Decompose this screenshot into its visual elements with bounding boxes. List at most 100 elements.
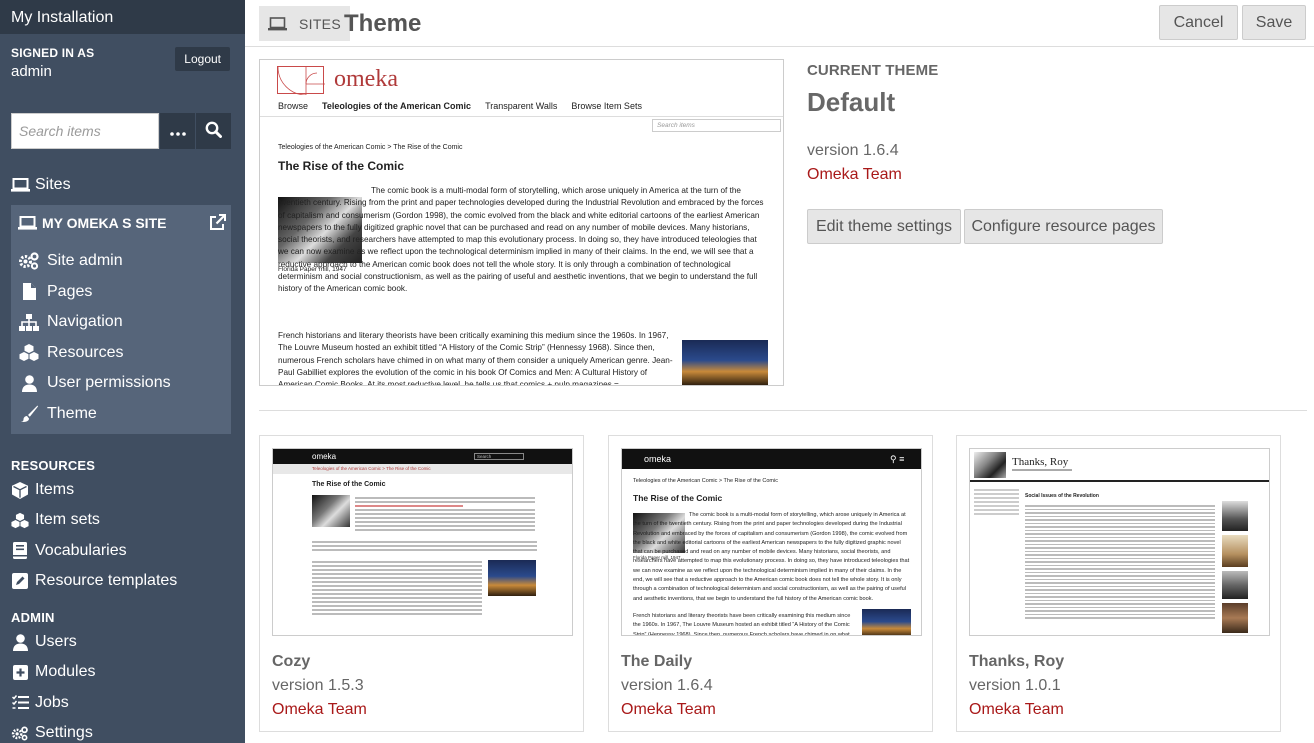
sidebar-item-item-sets[interactable]: Item sets bbox=[11, 505, 177, 535]
preview-paragraph: French historians and literary theorists… bbox=[633, 613, 851, 636]
sidebar-item-resources[interactable]: Resources bbox=[11, 338, 231, 369]
cancel-button[interactable]: Cancel bbox=[1159, 5, 1238, 40]
sidebar-item-label: Theme bbox=[47, 404, 97, 422]
sidebar-item-vocabularies[interactable]: Vocabularies bbox=[11, 536, 177, 566]
preview-nav-item: Teleologies of the American Comic bbox=[322, 101, 472, 111]
theme-name: Cozy bbox=[272, 653, 311, 670]
user-icon bbox=[11, 633, 29, 651]
preview-heading: Social Issues of the Revolution bbox=[1025, 493, 1099, 499]
ellipsis-icon bbox=[169, 123, 186, 140]
theme-card-thanks-roy[interactable]: Thanks, Roy Social Issues of the Revolut… bbox=[956, 435, 1281, 732]
laptop-icon bbox=[18, 216, 37, 230]
search-submit-button[interactable] bbox=[195, 113, 231, 149]
sidebar: My Installation SIGNED IN AS admin Logou… bbox=[0, 0, 245, 743]
theme-author[interactable]: Omeka Team bbox=[272, 701, 367, 719]
resources-nav: Items Item sets Vocabularies Resource te… bbox=[11, 475, 177, 596]
cogs-icon bbox=[11, 725, 29, 742]
user-icon bbox=[17, 374, 41, 392]
theme-author[interactable]: Omeka Team bbox=[969, 701, 1064, 719]
breadcrumb-label: SITES bbox=[299, 15, 341, 32]
preview-nav-item: Browse bbox=[278, 101, 309, 111]
sidebar-item-sites[interactable]: Sites bbox=[11, 176, 71, 194]
preview-breadcrumb: Teleologies of the American Comic > The … bbox=[312, 466, 431, 471]
breadcrumb[interactable]: SITES bbox=[259, 6, 350, 41]
site-nav: Site admin Pages Navigation Resources Us… bbox=[11, 241, 231, 429]
theme-card-cozy[interactable]: omeka Search Teleologies of the American… bbox=[259, 435, 584, 732]
theme-card-the-daily[interactable]: omeka ⚲ ≡ Teleologies of the American Co… bbox=[608, 435, 933, 732]
preview-paragraph: The comic book is a multi-modal form of … bbox=[633, 512, 910, 602]
plus-square-icon bbox=[11, 664, 29, 680]
sidebar-item-user-permissions[interactable]: User permissions bbox=[11, 368, 231, 399]
sidebar-item-label: Jobs bbox=[35, 693, 69, 711]
sidebar-item-label: Item sets bbox=[35, 511, 100, 529]
installation-title[interactable]: My Installation bbox=[0, 0, 245, 34]
current-theme-label: CURRENT THEME bbox=[807, 62, 939, 79]
admin-nav: Users Modules Jobs Settings bbox=[11, 627, 95, 743]
preview-logo: omeka bbox=[644, 454, 672, 464]
logout-button[interactable]: Logout bbox=[175, 47, 230, 71]
theme-preview-thanks-roy: Thanks, Roy Social Issues of the Revolut… bbox=[969, 448, 1270, 636]
cubes-icon bbox=[11, 512, 29, 529]
preview-heading: The Rise of the Comic bbox=[312, 481, 386, 488]
signed-in-panel: SIGNED IN AS admin Logout bbox=[0, 34, 245, 92]
theme-version: version 1.5.3 bbox=[272, 677, 364, 694]
preview-breadcrumb: Teleologies of the American Comic > The … bbox=[633, 478, 778, 484]
preview-breadcrumb: Teleologies of the American Comic > The … bbox=[278, 144, 463, 151]
sidebar-item-label: Resource templates bbox=[35, 572, 178, 590]
sidebar-item-jobs[interactable]: Jobs bbox=[11, 688, 95, 718]
current-theme-author[interactable]: Omeka Team bbox=[807, 166, 938, 184]
current-theme-preview: omeka Browse Teleologies of the American… bbox=[259, 59, 784, 386]
cube-icon bbox=[11, 481, 29, 499]
sidebar-item-users[interactable]: Users bbox=[11, 627, 95, 657]
site-panel: MY OMEKA S SITE Site admin Pages Navigat… bbox=[11, 205, 231, 434]
preview-logo: omeka bbox=[312, 452, 337, 461]
sidebar-item-modules[interactable]: Modules bbox=[11, 657, 95, 687]
sidebar-item-theme[interactable]: Theme bbox=[11, 399, 231, 430]
omeka-logo-mark bbox=[277, 66, 325, 96]
search-form bbox=[11, 113, 231, 149]
sidebar-item-label: Modules bbox=[35, 663, 96, 681]
save-button[interactable]: Save bbox=[1242, 5, 1306, 40]
sidebar-item-navigation[interactable]: Navigation bbox=[11, 307, 231, 338]
sidebar-item-label: Settings bbox=[35, 724, 93, 742]
sidebar-item-items[interactable]: Items bbox=[11, 475, 177, 505]
admin-section-title: ADMIN bbox=[11, 610, 55, 625]
search-input[interactable] bbox=[11, 113, 159, 149]
preview-paragraph: French historians and literary theorists… bbox=[278, 331, 673, 386]
edit-icon bbox=[11, 573, 29, 590]
preview-search: Search bbox=[474, 453, 524, 460]
site-header[interactable]: MY OMEKA S SITE bbox=[11, 205, 231, 241]
theme-version: version 1.0.1 bbox=[969, 677, 1061, 694]
sidebar-item-settings[interactable]: Settings bbox=[11, 718, 95, 743]
sitemap-icon bbox=[17, 313, 41, 331]
laptop-icon bbox=[11, 178, 30, 192]
theme-author[interactable]: Omeka Team bbox=[621, 701, 716, 719]
preview-search: Search items bbox=[652, 119, 781, 132]
preview-paragraph: The comic book is a multi-modal form of … bbox=[278, 186, 764, 294]
sidebar-item-resource-templates[interactable]: Resource templates bbox=[11, 566, 177, 596]
preview-title: Thanks, Roy bbox=[1012, 456, 1069, 468]
sidebar-item-pages[interactable]: Pages bbox=[11, 277, 231, 308]
theme-version: version 1.6.4 bbox=[621, 677, 713, 694]
page-title: Theme bbox=[344, 10, 422, 37]
theme-name: Thanks, Roy bbox=[969, 653, 1065, 670]
sidebar-item-label: Resources bbox=[47, 343, 124, 361]
theme-preview-cozy: omeka Search Teleologies of the American… bbox=[272, 448, 573, 636]
preview-menu-icon: ⚲ ≡ bbox=[890, 454, 905, 464]
preview-nav-item: Transparent Walls bbox=[485, 101, 558, 111]
tasks-icon bbox=[11, 695, 29, 710]
cubes-icon bbox=[17, 344, 41, 362]
current-theme-version: version 1.6.4 bbox=[807, 142, 899, 159]
edit-theme-settings-button[interactable]: Edit theme settings bbox=[807, 209, 961, 244]
theme-name: The Daily bbox=[621, 653, 693, 670]
site-name: MY OMEKA S SITE bbox=[42, 215, 167, 231]
external-link-icon[interactable] bbox=[209, 214, 226, 234]
configure-resource-pages-button[interactable]: Configure resource pages bbox=[964, 209, 1163, 244]
sidebar-item-site-admin[interactable]: Site admin bbox=[11, 246, 231, 277]
sidebar-item-label: Users bbox=[35, 633, 77, 651]
preview-nav: Browse Teleologies of the American Comic… bbox=[278, 101, 642, 111]
current-theme-name: Default bbox=[807, 87, 896, 117]
search-options-button[interactable] bbox=[159, 113, 195, 149]
resources-section-title: RESOURCES bbox=[11, 458, 96, 473]
sidebar-item-label: Sites bbox=[35, 176, 71, 193]
